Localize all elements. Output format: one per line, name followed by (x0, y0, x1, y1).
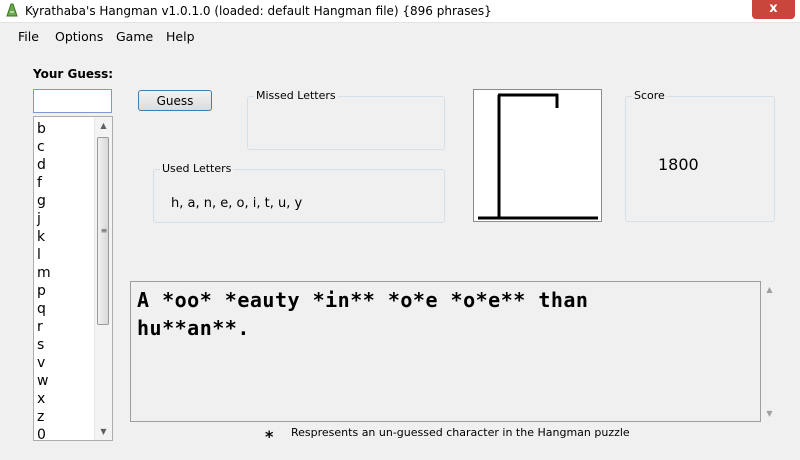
puzzle-line-1: A *oo* *eauty *in** *o*e *o*e** than (137, 288, 589, 312)
letter-list-item[interactable]: s (37, 336, 51, 354)
available-letters-list[interactable]: bcdfgjklmpqrsvwxz0 ▲ ≡ ▼ (33, 116, 113, 441)
letter-list-item[interactable]: p (37, 282, 51, 300)
scroll-thumb[interactable]: ≡ (97, 137, 109, 325)
letter-list-item[interactable]: z (37, 408, 51, 426)
close-button[interactable]: x (752, 0, 795, 19)
menu-bar: File Options Game Help (0, 27, 800, 47)
menu-options[interactable]: Options (55, 29, 103, 44)
phrase-scrollbar[interactable]: ▲ ▼ (761, 281, 778, 422)
letter-list-item[interactable]: l (37, 246, 51, 264)
letter-list-item[interactable]: b (37, 120, 51, 138)
letter-list-item[interactable]: g (37, 192, 51, 210)
letter-list-item[interactable]: w (37, 372, 51, 390)
letter-list-item[interactable]: r (37, 318, 51, 336)
title-bar: Kyrathaba's Hangman v1.0.1.0 (loaded: de… (0, 0, 800, 23)
letter-list-item[interactable]: 0 (37, 426, 51, 440)
close-icon: x (769, 1, 778, 16)
grip-icon: ≡ (100, 226, 108, 235)
letter-list-item[interactable]: j (37, 210, 51, 228)
score-label: Score (632, 89, 667, 102)
guess-input[interactable] (33, 89, 112, 113)
used-letters-group: Used Letters h, a, n, e, o, i, t, u, y (153, 162, 445, 223)
arrow-up-icon[interactable]: ▲ (95, 117, 112, 134)
score-value: 1800 (658, 155, 699, 174)
menu-help[interactable]: Help (166, 29, 195, 44)
guess-button[interactable]: Guess (138, 90, 212, 111)
hangman-gallows (473, 89, 602, 222)
letter-list-item[interactable]: x (37, 390, 51, 408)
puzzle-phrase-box: A *oo* *eauty *in** *o*e *o*e** than hu*… (130, 281, 761, 422)
unguessed-symbol: * (265, 427, 274, 446)
letter-list-item[interactable]: m (37, 264, 51, 282)
phrase-scroll-down-icon[interactable]: ▼ (761, 405, 778, 422)
phrase-scroll-up-icon[interactable]: ▲ (761, 281, 778, 298)
letter-list-item[interactable]: f (37, 174, 51, 192)
letters-scrollbar[interactable]: ▲ ≡ ▼ (94, 117, 112, 440)
menu-file[interactable]: File (18, 29, 39, 44)
letter-items: bcdfgjklmpqrsvwxz0 (37, 120, 51, 440)
your-guess-label: Your Guess: (33, 67, 114, 81)
arrow-down-icon[interactable]: ▼ (95, 423, 112, 440)
used-letters-label: Used Letters (160, 162, 234, 175)
letter-list-item[interactable]: k (37, 228, 51, 246)
used-letters-value: h, a, n, e, o, i, t, u, y (171, 196, 303, 211)
missed-letters-group: Missed Letters (247, 89, 445, 150)
window-title: Kyrathaba's Hangman v1.0.1.0 (loaded: de… (25, 4, 492, 18)
score-group: Score 1800 (625, 89, 775, 222)
menu-game[interactable]: Game (116, 29, 153, 44)
puzzle-line-2: hu**an**. (137, 316, 250, 340)
letter-list-item[interactable]: c (37, 138, 51, 156)
legend-note: Respresents an un-guessed character in t… (291, 426, 630, 439)
letter-list-item[interactable]: q (37, 300, 51, 318)
missed-letters-label: Missed Letters (254, 89, 338, 102)
letter-list-item[interactable]: d (37, 156, 51, 174)
letter-list-item[interactable]: v (37, 354, 51, 372)
hangman-app-icon (5, 3, 19, 17)
puzzle-phrase: A *oo* *eauty *in** *o*e *o*e** than hu*… (137, 286, 697, 342)
